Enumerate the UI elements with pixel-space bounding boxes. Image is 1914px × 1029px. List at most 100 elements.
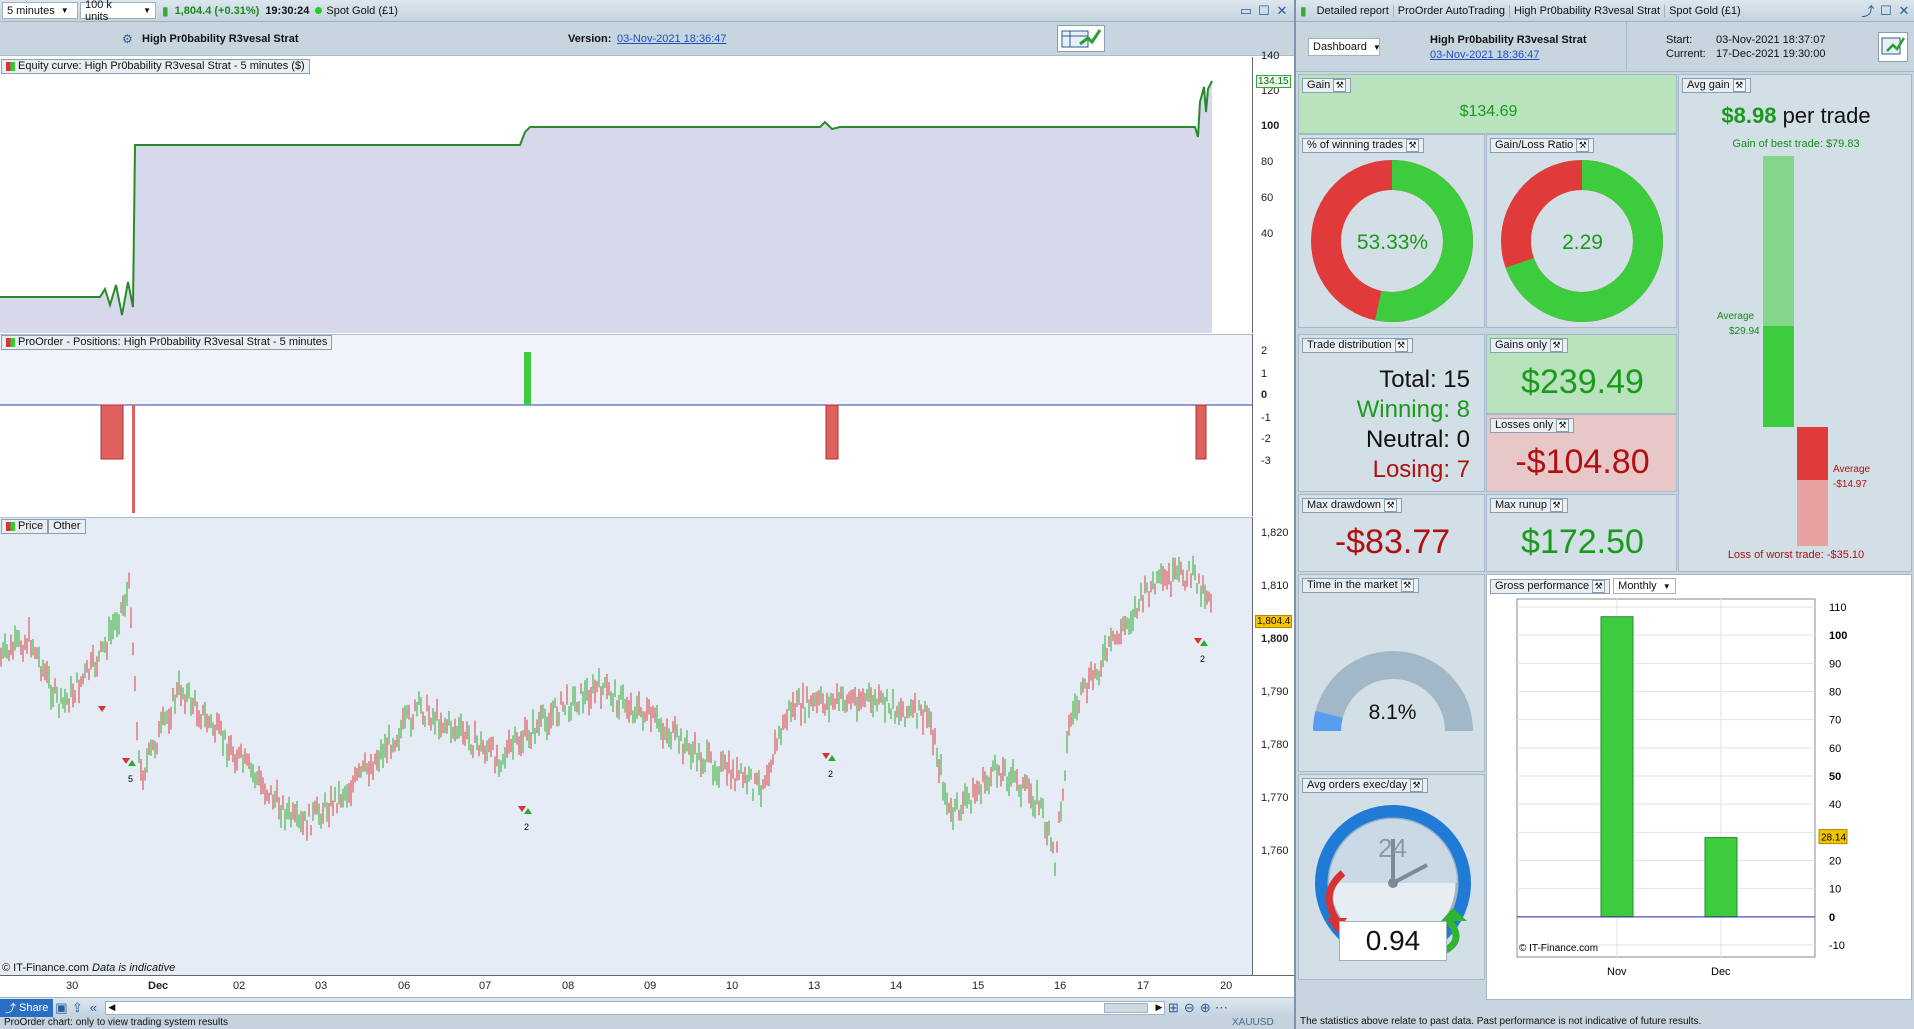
- marker-count: 5: [128, 774, 133, 784]
- wrench-icon[interactable]: ⚒: [1592, 579, 1606, 593]
- wrench-icon[interactable]: ⚒: [1556, 419, 1570, 432]
- wrench-icon[interactable]: ⚒: [1410, 779, 1424, 792]
- positions-title: ProOrder - Positions: High Pr0bability R…: [1, 335, 333, 350]
- chart-toolbar: 5 minutes ▼ 100 k units ▼ ▮ 1,804.4 (+0.31…: [0, 0, 1294, 23]
- date-tick: 10: [726, 980, 739, 992]
- trade-dist-panel: Trade distribution ⚒ Total: 15 Winning: 8…: [1298, 334, 1485, 492]
- timeframe-select[interactable]: 5 minutes ▼: [2, 2, 78, 19]
- minimize-icon[interactable]: ▭: [1238, 3, 1254, 19]
- time-in-market-panel: Time in the market ⚒ 8.1%: [1298, 574, 1485, 772]
- trade-dist-list: Total: 15 Winning: 8 Neutral: 0 Losing: …: [1357, 365, 1470, 485]
- legend-swatch: [6, 522, 15, 531]
- trade-dist-title: Trade distribution ⚒: [1302, 338, 1413, 353]
- zoom-fit-icon[interactable]: ⊞: [1165, 1000, 1181, 1016]
- start-label: Start:: [1666, 34, 1693, 46]
- price-tabs: Price Other: [1, 519, 86, 534]
- positions-tick: 0: [1261, 389, 1268, 401]
- wrench-icon[interactable]: ⚒: [1400, 579, 1414, 592]
- status-right: XAUUSD: [1232, 1017, 1274, 1028]
- scroll-right-icon[interactable]: ▶: [1155, 1002, 1162, 1013]
- sell-marker-icon: [822, 753, 830, 759]
- avg-positive-label: Average: [1717, 311, 1755, 322]
- wrench-icon[interactable]: ⚒: [1333, 79, 1347, 92]
- marker-count: 2: [1200, 654, 1205, 664]
- share-icon[interactable]: ⤴: [1860, 3, 1876, 19]
- wrench-icon[interactable]: ⚒: [1732, 79, 1746, 92]
- time-in-market-title-text: Time in the market: [1307, 579, 1398, 591]
- share-button[interactable]: ⤴ Share: [0, 998, 54, 1017]
- gross-period-select[interactable]: Monthly ▼: [1613, 578, 1676, 594]
- copyright-line: © IT-Finance.com Data is indicative: [2, 962, 175, 974]
- version-label: Version:: [568, 33, 612, 45]
- version-date-link[interactable]: 03-Nov-2021 18:36:47: [617, 33, 726, 45]
- report-icon[interactable]: [1057, 25, 1105, 52]
- candle-icon: ▮: [1300, 3, 1307, 18]
- dashboard-select[interactable]: Dashboard ▼: [1308, 38, 1381, 56]
- avg-gain-bar: [1763, 326, 1794, 427]
- maximize-icon[interactable]: ☐: [1878, 3, 1894, 19]
- report-toolbar: ▮ Detailed report ProOrder AutoTrading H…: [1296, 0, 1914, 22]
- collapse-left-icon[interactable]: «: [85, 1000, 101, 1016]
- wrench-icon[interactable]: ⚒: [1406, 139, 1419, 152]
- date-axis: 30 Dec 02 03 06 07 08 09 10 13 14 15 16 17 20: [0, 975, 1294, 997]
- strategy-header: ⚙ High Pr0bability R3vesal Strat Version…: [0, 22, 1294, 56]
- tab-instrument[interactable]: Spot Gold (£1): [1665, 5, 1745, 17]
- horizontal-scrollbar[interactable]: ◀ ▶: [105, 1000, 1166, 1015]
- losses-only-title-text: Losses only: [1495, 419, 1554, 431]
- trade-winning: Winning: 8: [1356, 396, 1470, 423]
- avg-orders-title-text: Avg orders exec/day: [1307, 779, 1408, 791]
- report-strategy-name: High Pr0bability R3vesal Strat: [1430, 34, 1587, 46]
- wrench-icon[interactable]: ⚒: [1394, 339, 1408, 352]
- tab-detailed-report[interactable]: Detailed report: [1313, 4, 1394, 17]
- best-trade-bar: [1763, 156, 1794, 326]
- equity-tick: 100: [1261, 120, 1280, 132]
- gain-value: $134.69: [1459, 103, 1518, 120]
- legend-swatch: [6, 62, 15, 71]
- worst-trade-bar: [1797, 480, 1828, 546]
- equity-tick: 40: [1261, 228, 1274, 240]
- win-pct-value: 53.33%: [1356, 231, 1429, 254]
- close-icon[interactable]: ✕: [1274, 3, 1290, 19]
- gl-ratio-title: Gain/Loss Ratio ⚒: [1490, 138, 1595, 153]
- wrench-icon[interactable]: ⚒: [1576, 139, 1590, 152]
- worst-trade-label: Loss of worst trade: -$35.10: [1727, 549, 1865, 561]
- positions-panel: ProOrder - Positions: High Pr0bability R…: [0, 334, 1252, 517]
- equity-tick: 140: [1261, 50, 1280, 62]
- scroll-thumb[interactable]: [1104, 1002, 1149, 1013]
- price-tick: 1,790: [1261, 686, 1289, 698]
- tab-strategy[interactable]: High Pr0bability R3vesal Strat: [1510, 4, 1666, 17]
- units-select[interactable]: 100 k units ▼: [80, 0, 156, 23]
- export-icon[interactable]: ⇪: [69, 1000, 85, 1016]
- max-runup-panel: Max runup ⚒ $172.50: [1486, 494, 1677, 572]
- max-runup-value: $172.50: [1521, 523, 1644, 561]
- settings-icon[interactable]: ⋯: [1213, 1000, 1229, 1016]
- wrench-icon[interactable]: ⚒: [1549, 499, 1563, 512]
- timeframe-label: 5 minutes: [7, 4, 55, 17]
- tab-price[interactable]: Price: [1, 519, 49, 534]
- maximize-icon[interactable]: ☐: [1256, 3, 1272, 19]
- price-tick: 1,780: [1261, 739, 1289, 751]
- marker-count: 2: [524, 822, 529, 832]
- wrench-icon[interactable]: ⚒: [1383, 499, 1397, 512]
- tab-other[interactable]: Other: [48, 519, 86, 534]
- zoom-out-icon[interactable]: ⊖: [1181, 1000, 1197, 1016]
- gross-bar: [1704, 837, 1738, 918]
- report-chart-icon[interactable]: [1878, 32, 1908, 62]
- positions-tick: -2: [1261, 433, 1271, 445]
- date-tick: 16: [1054, 980, 1067, 992]
- wrench-icon[interactable]: ⚒: [1549, 339, 1563, 352]
- positions-tick: -3: [1261, 455, 1271, 467]
- zoom-in-icon[interactable]: ⊕: [1197, 1000, 1213, 1016]
- scroll-left-icon[interactable]: ◀: [108, 1002, 115, 1013]
- chevron-down-icon: ▼: [1372, 42, 1381, 52]
- tab-proorder[interactable]: ProOrder AutoTrading: [1394, 4, 1510, 17]
- date-tick: 07: [479, 980, 492, 992]
- report-strategy-date-link[interactable]: 03-Nov-2021 18:36:47: [1430, 49, 1539, 61]
- screenshot-icon[interactable]: ▣: [53, 1000, 69, 1016]
- gross-tick: 80: [1829, 687, 1841, 699]
- gross-copyright: © IT-Finance.com: [1519, 943, 1598, 954]
- positions-axis: 2 1 0 -1 -2 -3: [1252, 334, 1294, 516]
- avg-gain-suffix: per trade: [1782, 103, 1871, 128]
- close-icon[interactable]: ✕: [1896, 3, 1912, 19]
- losses-only-value: -$104.80: [1515, 443, 1650, 481]
